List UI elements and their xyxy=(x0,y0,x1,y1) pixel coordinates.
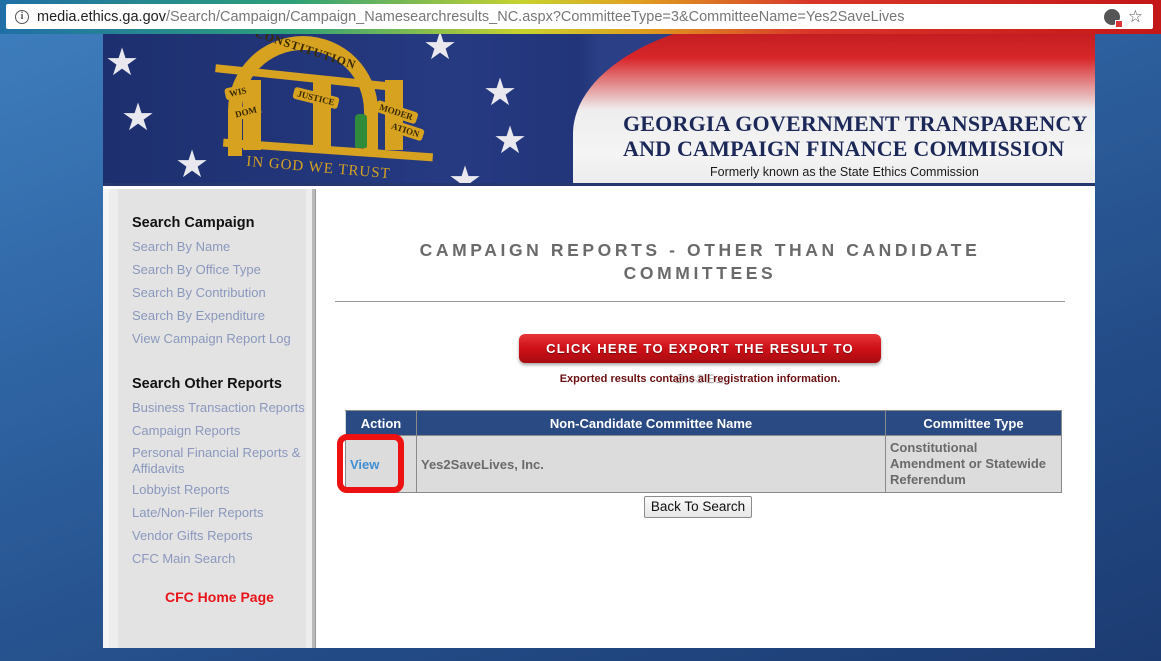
column-header-committee-type: Committee Type xyxy=(885,410,1062,436)
agency-title: GEORGIA GOVERNMENT TRANSPARENCY AND CAMP… xyxy=(623,111,1093,161)
page: ★ ★ ★ ★ ★ ★ ★ CONSTITUTION WIS DOM JUSTI… xyxy=(103,34,1095,648)
sidebar-item-personal-financial-reports-affidavits[interactable]: Affidavits xyxy=(132,461,185,476)
flag-stripes xyxy=(573,34,1095,183)
header-banner: ★ ★ ★ ★ ★ ★ ★ CONSTITUTION WIS DOM JUSTI… xyxy=(103,34,1095,186)
export-to-excel-button[interactable]: CLICK HERE TO EXPORT THE RESULT TO EXCEL xyxy=(519,334,881,385)
sidebar-item-business-transaction-reports[interactable]: Business Transaction Reports xyxy=(132,400,305,415)
address-bar[interactable]: i media.ethics.ga.gov/Search/Campaign/Ca… xyxy=(6,4,1153,29)
sidebar-item-late-non-filer-reports[interactable]: Late/Non-Filer Reports xyxy=(132,505,264,520)
sidebar-item-lobbyist-reports[interactable]: Lobbyist Reports xyxy=(132,482,230,497)
page-title: CAMPAIGN REPORTS - OTHER THAN CANDIDATE … xyxy=(335,239,1065,285)
back-to-search-button[interactable]: Back To Search xyxy=(644,496,752,518)
star-icon[interactable]: ☆ xyxy=(1128,8,1143,25)
sidebar-item-cfc-main-search[interactable]: CFC Main Search xyxy=(132,551,235,566)
info-icon[interactable]: i xyxy=(15,9,29,24)
star-decoration-icon: ★ xyxy=(121,97,156,139)
agency-subtitle: Formerly known as the State Ethics Commi… xyxy=(710,165,979,179)
sidebar-heading-search-campaign: Search Campaign xyxy=(132,215,255,231)
sidebar-item-campaign-reports[interactable]: Campaign Reports xyxy=(132,423,240,438)
committee-type-line2: Amendment or Statewide xyxy=(890,456,1047,471)
table-row: View Yes2SaveLives, Inc. Constitutional … xyxy=(345,435,1062,493)
sidebar-item-search-by-office-type[interactable]: Search By Office Type xyxy=(132,262,261,277)
agency-title-line2: AND CAMPAIGN FINANCE COMMISSION xyxy=(623,136,1065,161)
cell-committee-name: Yes2SaveLives, Inc. xyxy=(416,435,886,493)
sidebar-heading-search-other-reports: Search Other Reports xyxy=(132,376,282,392)
sidebar-item-cfc-home-page[interactable]: CFC Home Page xyxy=(165,589,274,605)
sidebar-item-personal-financial-reports[interactable]: Personal Financial Reports & xyxy=(132,445,300,460)
results-table: Action Non-Candidate Committee Name Comm… xyxy=(345,410,1062,493)
committee-type-line1: Constitutional xyxy=(890,440,978,455)
star-decoration-icon: ★ xyxy=(493,120,528,162)
seal-soldier-figure xyxy=(355,114,367,148)
page-title-line1: CAMPAIGN REPORTS - OTHER THAN CANDIDATE xyxy=(419,240,981,260)
sidebar-item-search-by-expenditure[interactable]: Search By Expenditure xyxy=(132,308,265,323)
sidebar: Search Campaign Search By Name Search By… xyxy=(103,189,315,648)
url-path: /Search/Campaign/Campaign_Namesearchresu… xyxy=(165,8,905,25)
star-decoration-icon: ★ xyxy=(175,144,210,186)
star-decoration-icon: ★ xyxy=(448,160,483,186)
seal-pillar xyxy=(313,80,331,150)
extension-blocked-icon[interactable] xyxy=(1103,8,1123,28)
committee-type-line3: Referendum xyxy=(890,472,966,487)
blocked-badge-icon xyxy=(1114,19,1123,28)
star-decoration-icon: ★ xyxy=(483,72,518,114)
column-header-action: Action xyxy=(345,410,417,436)
star-decoration-icon: ★ xyxy=(423,34,458,68)
cell-action: View xyxy=(345,435,417,493)
url-host: media.ethics.ga.gov xyxy=(37,8,166,25)
sidebar-item-search-by-name[interactable]: Search By Name xyxy=(132,239,230,254)
sidebar-item-vendor-gifts-reports[interactable]: Vendor Gifts Reports xyxy=(132,528,253,543)
table-header-row: Action Non-Candidate Committee Name Comm… xyxy=(345,410,1062,436)
view-link[interactable]: View xyxy=(350,457,379,472)
cell-committee-type: Constitutional Amendment or Statewide Re… xyxy=(885,435,1062,493)
sidebar-item-search-by-contribution[interactable]: Search By Contribution xyxy=(132,285,266,300)
export-note: Exported results contains all registrati… xyxy=(559,373,841,385)
agency-title-line1: GEORGIA GOVERNMENT TRANSPARENCY xyxy=(623,111,1088,136)
column-header-committee-name: Non-Candidate Committee Name xyxy=(416,410,886,436)
sidebar-divider xyxy=(315,189,316,648)
address-bar-icons: ☆ xyxy=(1103,8,1143,28)
sidebar-item-view-campaign-report-log[interactable]: View Campaign Report Log xyxy=(132,331,291,346)
title-divider xyxy=(335,301,1065,302)
browser-chrome: i media.ethics.ga.gov/Search/Campaign/Ca… xyxy=(0,0,1161,34)
star-decoration-icon: ★ xyxy=(105,42,140,84)
page-title-line2: COMMITTEES xyxy=(623,263,777,283)
seal-motto: IN GOD WE TRUST xyxy=(245,153,392,183)
